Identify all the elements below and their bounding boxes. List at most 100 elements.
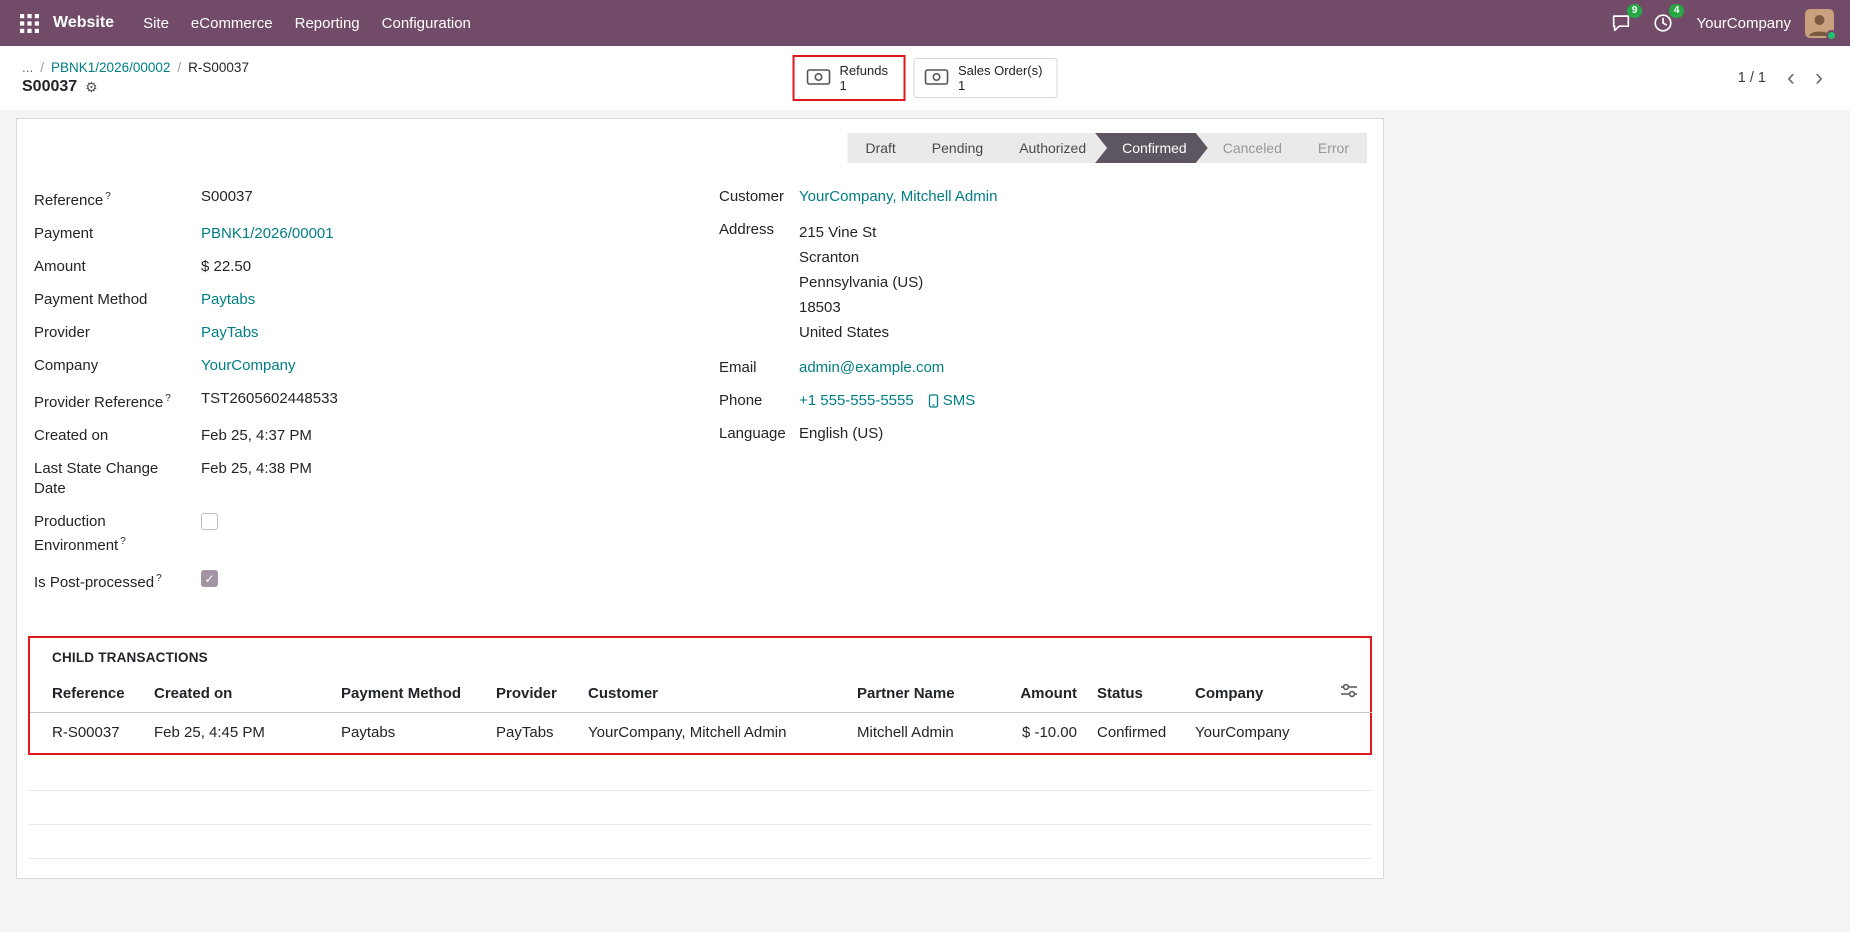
empty-row: [28, 825, 1372, 859]
systray: 9 4 YourCompany: [1590, 9, 1834, 38]
field-phone: Phone +1 555-555-5555 SMS: [719, 391, 1365, 411]
customer-link[interactable]: YourCompany, Mitchell Admin: [799, 187, 997, 207]
pager: 1 / 1 ‹ ›: [1738, 68, 1832, 88]
apps-grid-icon[interactable]: [16, 10, 43, 37]
breadcrumb-current: R-S00037: [188, 60, 249, 75]
status-bar: Draft Pending Authorized Confirmed Cance…: [17, 119, 1383, 163]
child-transactions-table: Reference Created on Payment Method Prov…: [30, 674, 1372, 753]
production-environment-checkbox[interactable]: ✓: [201, 513, 218, 530]
language-value: English (US): [799, 424, 883, 444]
field-customer: Customer YourCompany, Mitchell Admin: [719, 187, 1365, 207]
field-reference: Reference? S00037: [34, 187, 719, 211]
status-step-pending[interactable]: Pending: [905, 133, 1005, 163]
form-left-column: Reference? S00037 Payment PBNK1/2026/000…: [34, 187, 719, 606]
menu-site[interactable]: Site: [132, 3, 180, 44]
online-presence-dot: [1826, 30, 1837, 41]
help-icon: ?: [120, 536, 126, 547]
breadcrumb-separator: /: [177, 60, 181, 75]
status-step-confirmed[interactable]: Confirmed: [1095, 133, 1209, 163]
app-name[interactable]: Website: [53, 14, 114, 32]
field-language: Language English (US): [719, 424, 1365, 444]
column-customer[interactable]: Customer: [578, 674, 847, 713]
refunds-button-label: Refunds: [840, 63, 888, 78]
top-navbar: Website Site eCommerce Reporting Configu…: [0, 0, 1850, 46]
child-transactions-title: CHILD TRANSACTIONS: [30, 638, 1370, 674]
breadcrumb-ellipsis[interactable]: ...: [22, 60, 33, 75]
status-step-canceled[interactable]: Canceled: [1196, 133, 1304, 163]
column-reference[interactable]: Reference: [30, 674, 144, 713]
child-transactions-section: CHILD TRANSACTIONS Reference Created on …: [28, 636, 1372, 755]
table-row[interactable]: R-S00037 Feb 25, 4:45 PM Paytabs PayTabs…: [30, 713, 1372, 754]
activities-badge: 4: [1669, 4, 1685, 18]
field-payment-method: Payment Method Paytabs: [34, 290, 719, 310]
control-panel: ... / PBNK1/2026/00002 / R-S00037 S00037…: [0, 46, 1850, 110]
cell-partner-name: Mitchell Admin: [847, 713, 997, 754]
column-partner-name[interactable]: Partner Name: [847, 674, 997, 713]
table-header-row: Reference Created on Payment Method Prov…: [30, 674, 1372, 713]
breadcrumb: ... / PBNK1/2026/00002 / R-S00037: [22, 60, 249, 75]
phone-link[interactable]: +1 555-555-5555: [799, 391, 914, 411]
column-company[interactable]: Company: [1185, 674, 1322, 713]
column-created-on[interactable]: Created on: [144, 674, 331, 713]
money-icon: [807, 68, 831, 89]
stat-buttons: Refunds 1 Sales Order(s) 1: [793, 55, 1058, 101]
cell-reference: R-S00037: [30, 713, 144, 754]
column-status[interactable]: Status: [1087, 674, 1185, 713]
last-state-change-value: Feb 25, 4:38 PM: [201, 459, 312, 479]
payment-method-link[interactable]: Paytabs: [201, 290, 255, 310]
menu-reporting[interactable]: Reporting: [284, 3, 371, 44]
pager-counter: 1 / 1: [1738, 70, 1766, 86]
email-link[interactable]: admin@example.com: [799, 358, 944, 378]
provider-link[interactable]: PayTabs: [201, 323, 259, 343]
cell-created-on: Feb 25, 4:45 PM: [144, 713, 331, 754]
pager-next-icon[interactable]: ›: [1806, 68, 1832, 88]
company-switcher[interactable]: YourCompany: [1696, 15, 1791, 32]
field-last-state-change-date: Last State Change Date Feb 25, 4:38 PM: [34, 459, 719, 499]
activities-icon[interactable]: 4: [1652, 12, 1674, 34]
sales-orders-button[interactable]: Sales Order(s) 1: [914, 58, 1058, 98]
sales-orders-button-label: Sales Order(s): [958, 63, 1043, 78]
sales-orders-button-count: 1: [958, 78, 965, 93]
menu-configuration[interactable]: Configuration: [371, 3, 482, 44]
cell-customer: YourCompany, Mitchell Admin: [578, 713, 847, 754]
refunds-button[interactable]: Refunds 1: [796, 58, 903, 98]
reference-value: S00037: [201, 187, 253, 207]
field-address: Address 215 Vine St Scranton Pennsylvani…: [719, 220, 1365, 345]
form-right-column: Customer YourCompany, Mitchell Admin Add…: [719, 187, 1365, 606]
address-value: 215 Vine St Scranton Pennsylvania (US) 1…: [799, 220, 923, 345]
field-production-environment: Production Environment? ✓: [34, 512, 719, 556]
form-fields: Reference? S00037 Payment PBNK1/2026/000…: [17, 163, 1383, 606]
form-sheet: Draft Pending Authorized Confirmed Cance…: [16, 118, 1384, 879]
payment-link[interactable]: PBNK1/2026/00001: [201, 224, 334, 244]
sms-icon: [928, 394, 939, 408]
field-provider-reference: Provider Reference? TST2605602448533: [34, 389, 719, 413]
field-company: Company YourCompany: [34, 356, 719, 376]
sms-button[interactable]: SMS: [928, 391, 976, 411]
breadcrumb-parent-link[interactable]: PBNK1/2026/00002: [51, 60, 170, 75]
empty-row: [28, 791, 1372, 825]
column-payment-method[interactable]: Payment Method: [331, 674, 486, 713]
cell-provider: PayTabs: [486, 713, 578, 754]
is-post-processed-checkbox[interactable]: ✓: [201, 570, 218, 587]
field-created-on: Created on Feb 25, 4:37 PM: [34, 426, 719, 446]
menu-ecommerce[interactable]: eCommerce: [180, 3, 284, 44]
top-menu: Site eCommerce Reporting Configuration: [132, 3, 482, 44]
field-is-post-processed: Is Post-processed? ✓: [34, 569, 719, 593]
cell-amount: $ -10.00: [997, 713, 1087, 754]
help-icon: ?: [165, 393, 171, 404]
annotation-refunds-highlight: Refunds 1: [793, 55, 906, 101]
field-payment: Payment PBNK1/2026/00001: [34, 224, 719, 244]
messages-badge: 9: [1627, 4, 1643, 18]
column-amount[interactable]: Amount: [997, 674, 1087, 713]
empty-row: [28, 757, 1372, 791]
optional-columns-button[interactable]: [1322, 674, 1372, 713]
status-step-authorized[interactable]: Authorized: [992, 133, 1108, 163]
messages-icon[interactable]: 9: [1610, 12, 1632, 34]
company-link[interactable]: YourCompany: [201, 356, 296, 376]
status-step-draft[interactable]: Draft: [847, 133, 917, 163]
user-avatar[interactable]: [1805, 9, 1834, 38]
amount-value: $ 22.50: [201, 257, 251, 277]
column-provider[interactable]: Provider: [486, 674, 578, 713]
pager-previous-icon[interactable]: ‹: [1778, 68, 1804, 88]
gear-icon[interactable]: ⚙: [85, 79, 98, 96]
